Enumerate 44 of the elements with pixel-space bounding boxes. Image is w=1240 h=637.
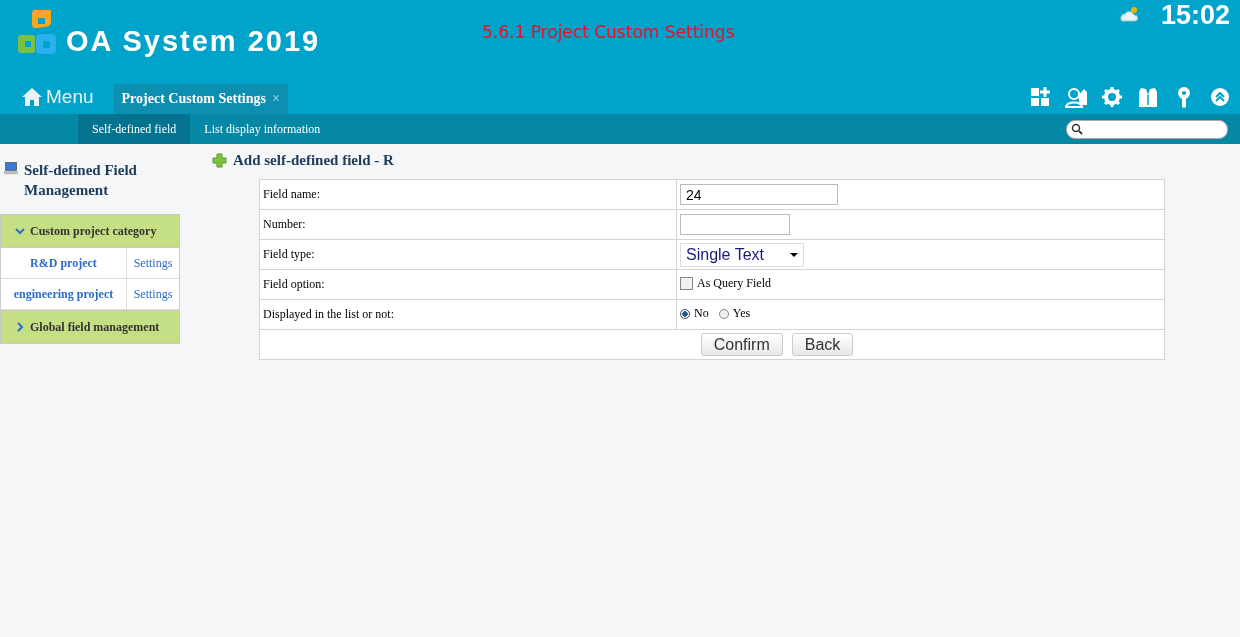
search-icon xyxy=(1071,123,1083,135)
checkbox[interactable] xyxy=(680,276,693,290)
radio-label: Yes xyxy=(732,306,751,322)
radio-button[interactable] xyxy=(680,308,690,319)
subnav-tab[interactable]: List display information xyxy=(190,114,335,144)
field-label: Field type: xyxy=(259,239,677,270)
form-button[interactable]: Back xyxy=(791,333,854,356)
plus-icon xyxy=(212,153,227,168)
category-header[interactable]: Custom project category xyxy=(0,214,180,248)
project-link[interactable]: engineering project xyxy=(13,286,114,302)
search-field[interactable] xyxy=(1066,119,1228,139)
settings-icon[interactable] xyxy=(1101,86,1123,108)
settings-link[interactable]: Settings xyxy=(133,286,173,302)
weather-icon xyxy=(1118,4,1140,22)
settings-link[interactable]: Settings xyxy=(133,255,173,271)
form-button[interactable]: Confirm xyxy=(700,333,783,356)
category-label: Global field management xyxy=(30,319,160,335)
page-tab[interactable]: Project Custom Settings × xyxy=(113,84,288,114)
add-widget-icon[interactable] xyxy=(1029,86,1051,108)
shirt-icon[interactable] xyxy=(1137,86,1159,108)
project-link[interactable]: R&D project xyxy=(30,255,97,271)
category-label: Custom project category xyxy=(30,223,157,239)
text-input[interactable]: 24 xyxy=(680,184,838,205)
caret-icon xyxy=(790,252,798,257)
sidebar-title: Self-defined Field Management xyxy=(24,161,138,200)
field-label: Displayed in the list or not: xyxy=(259,299,677,330)
field-label: Field option: xyxy=(259,269,677,300)
home-icon xyxy=(22,87,42,107)
form-title: Add self-defined field - R xyxy=(233,152,394,169)
annotation-text: 5.6.1 Project Custom Settings xyxy=(482,22,735,42)
field-label: Field name: xyxy=(259,179,677,210)
category-header[interactable]: Global field management xyxy=(0,310,180,344)
collapse-icon[interactable] xyxy=(1209,86,1231,108)
radio-label: No xyxy=(694,306,709,322)
computer-icon xyxy=(4,160,18,176)
field-type-select[interactable]: Single Text xyxy=(680,242,804,267)
clock: 15:02 xyxy=(1160,0,1230,31)
subnav-tab[interactable]: Self-defined field xyxy=(78,114,191,144)
app-title: OA System 2019 xyxy=(66,24,321,58)
text-input[interactable] xyxy=(680,214,790,235)
user-house-icon[interactable] xyxy=(1065,86,1087,108)
field-label: Number: xyxy=(259,209,677,240)
radio-button[interactable] xyxy=(718,308,729,319)
checkbox-label: As Query Field xyxy=(697,275,771,291)
